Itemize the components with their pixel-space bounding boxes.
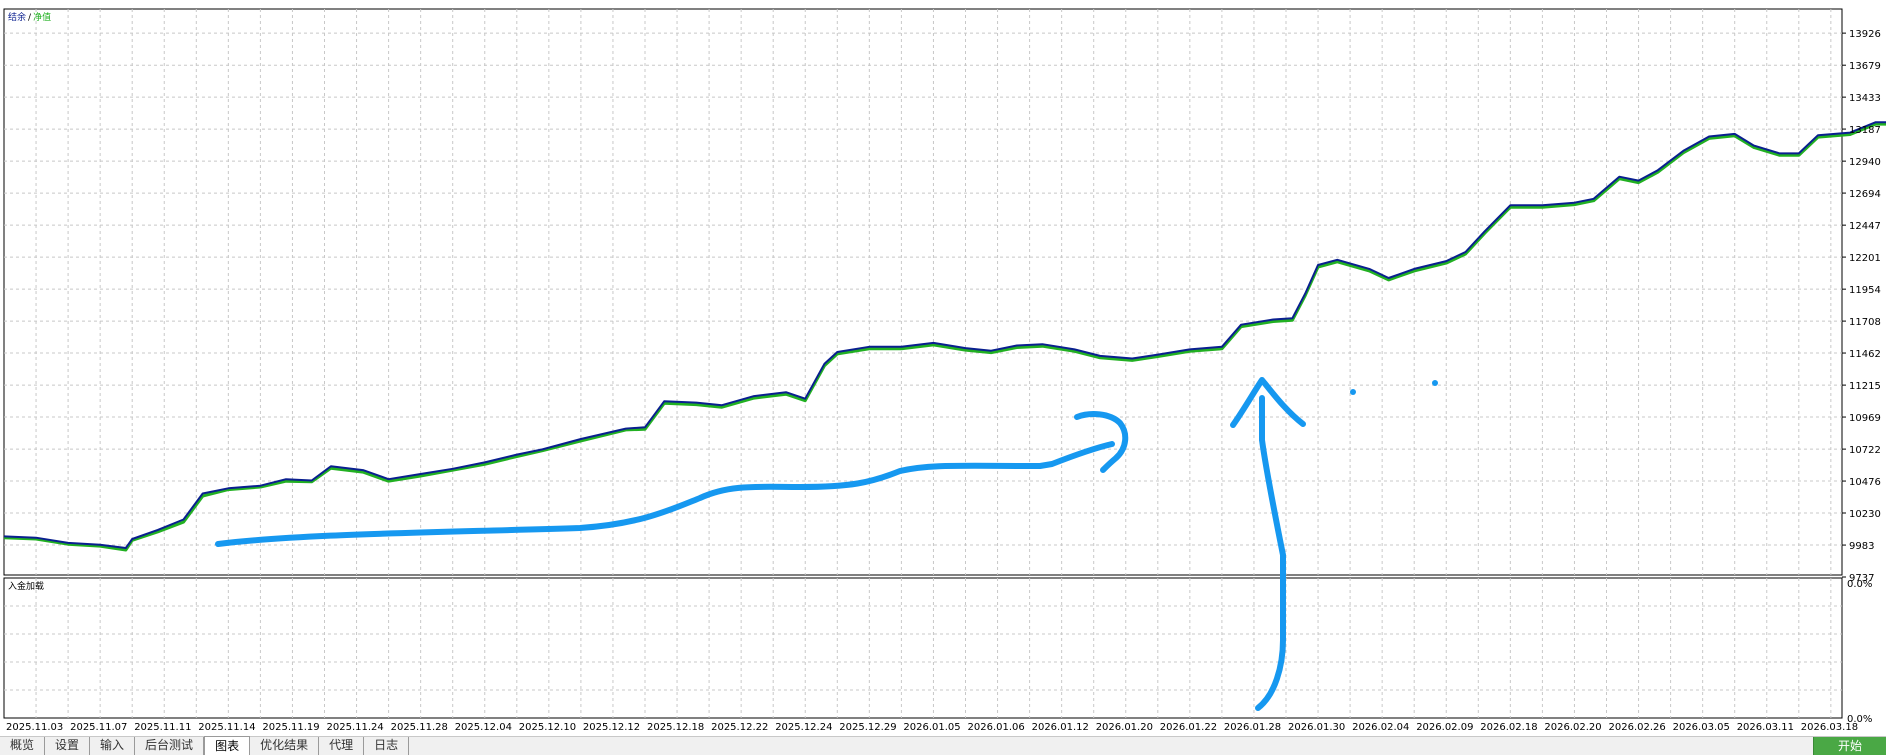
y-tick-label: 10230 — [1849, 509, 1881, 520]
main-pane-frame — [3, 8, 1843, 576]
x-tick-label: 2026.03.05 — [1673, 722, 1730, 733]
x-tick-label: 2026.02.18 — [1480, 722, 1537, 733]
y-tick-label: 12694 — [1849, 189, 1881, 200]
x-tick-label: 2026.02.20 — [1544, 722, 1601, 733]
legend: 结余 / 净值 — [8, 11, 51, 23]
y-tick-label: 12940 — [1849, 157, 1881, 168]
y-tick-label: 11954 — [1849, 285, 1881, 296]
x-tick-label: 2025.11.24 — [327, 722, 384, 733]
x-tick-label: 2026.02.04 — [1352, 722, 1409, 733]
tab-chart[interactable]: 图表 — [204, 736, 251, 755]
x-tick-label: 2025.11.11 — [134, 722, 191, 733]
y-tick-label: 11708 — [1849, 317, 1881, 328]
tab-optimization-results[interactable]: 优化结果 — [250, 737, 320, 755]
x-tick-label: 2025.11.28 — [391, 722, 448, 733]
x-tick-label: 2026.03.11 — [1737, 722, 1794, 733]
start-button[interactable]: 开始 — [1813, 737, 1886, 755]
x-tick-label: 2026.01.22 — [1160, 722, 1217, 733]
y-tick-label: 12201 — [1849, 253, 1881, 264]
x-tick-label: 2025.12.22 — [711, 722, 768, 733]
x-tick-label: 2025.12.29 — [839, 722, 896, 733]
y-tick-label: 9983 — [1849, 541, 1874, 552]
x-tick-label: 2025.12.10 — [519, 722, 576, 733]
tab-inputs[interactable]: 输入 — [90, 737, 136, 755]
x-tick-label: 2025.11.19 — [262, 722, 319, 733]
y-tick-label: 12447 — [1849, 221, 1881, 232]
y-tick-label: 13187 — [1849, 125, 1881, 136]
x-tick-label: 2025.12.12 — [583, 722, 640, 733]
tab-backtest[interactable]: 后台测试 — [135, 737, 205, 755]
x-tick-label: 2026.02.26 — [1609, 722, 1666, 733]
x-tick-label: 2026.01.05 — [903, 722, 960, 733]
y-tick-label: 13433 — [1849, 93, 1881, 104]
x-tick-label: 2025.12.04 — [455, 722, 512, 733]
x-axis: 2025.11.03 2025.11.07 2025.11.11 2025.11.14… — [6, 722, 1858, 733]
y-tick-label: 13679 — [1849, 61, 1881, 72]
x-tick-label: 2025.11.07 — [70, 722, 127, 733]
x-tick-label: 2026.01.28 — [1224, 722, 1281, 733]
tab-agents[interactable]: 代理 — [319, 737, 365, 755]
y-tick-label: 13926 — [1849, 29, 1881, 40]
y-tick-label: 11215 — [1849, 381, 1881, 392]
x-tick-label: 2025.12.24 — [775, 722, 832, 733]
x-tick-label: 2025.11.03 — [6, 722, 63, 733]
tester-tabbar: 概览 设置 输入 后台测试 图表 优化结果 代理 日志 开始 — [0, 736, 1886, 755]
legend-balance: 结余 — [8, 11, 26, 23]
sub-y-tick-top: 0.0% — [1847, 579, 1872, 590]
x-tick-label: 2025.11.14 — [198, 722, 255, 733]
x-tick-label: 2026.01.20 — [1096, 722, 1153, 733]
tab-overview[interactable]: 概览 — [0, 737, 46, 755]
tab-journal[interactable]: 日志 — [364, 737, 410, 755]
y-tick-label: 10969 — [1849, 413, 1881, 424]
y-tick-label: 11462 — [1849, 349, 1881, 360]
x-tick-label: 2026.01.30 — [1288, 722, 1345, 733]
backtest-chart: 13926 13679 13433 13187 12940 12694 12447 12201… — [0, 0, 1886, 736]
y-tick-label: 10476 — [1849, 477, 1881, 488]
tab-settings[interactable]: 设置 — [45, 737, 91, 755]
sub-pane-frame — [3, 577, 1843, 719]
x-tick-label: 2026.02.09 — [1416, 722, 1473, 733]
x-tick-label: 2026.01.12 — [1032, 722, 1089, 733]
subwindow-label: 入金加载 — [8, 580, 44, 592]
legend-equity: 净值 — [33, 11, 51, 23]
y-tick-label: 10722 — [1849, 445, 1881, 456]
x-tick-label: 2026.01.06 — [968, 722, 1025, 733]
x-tick-label: 2025.12.18 — [647, 722, 704, 733]
sub-y-tick-bottom: 0.0% — [1847, 714, 1872, 725]
